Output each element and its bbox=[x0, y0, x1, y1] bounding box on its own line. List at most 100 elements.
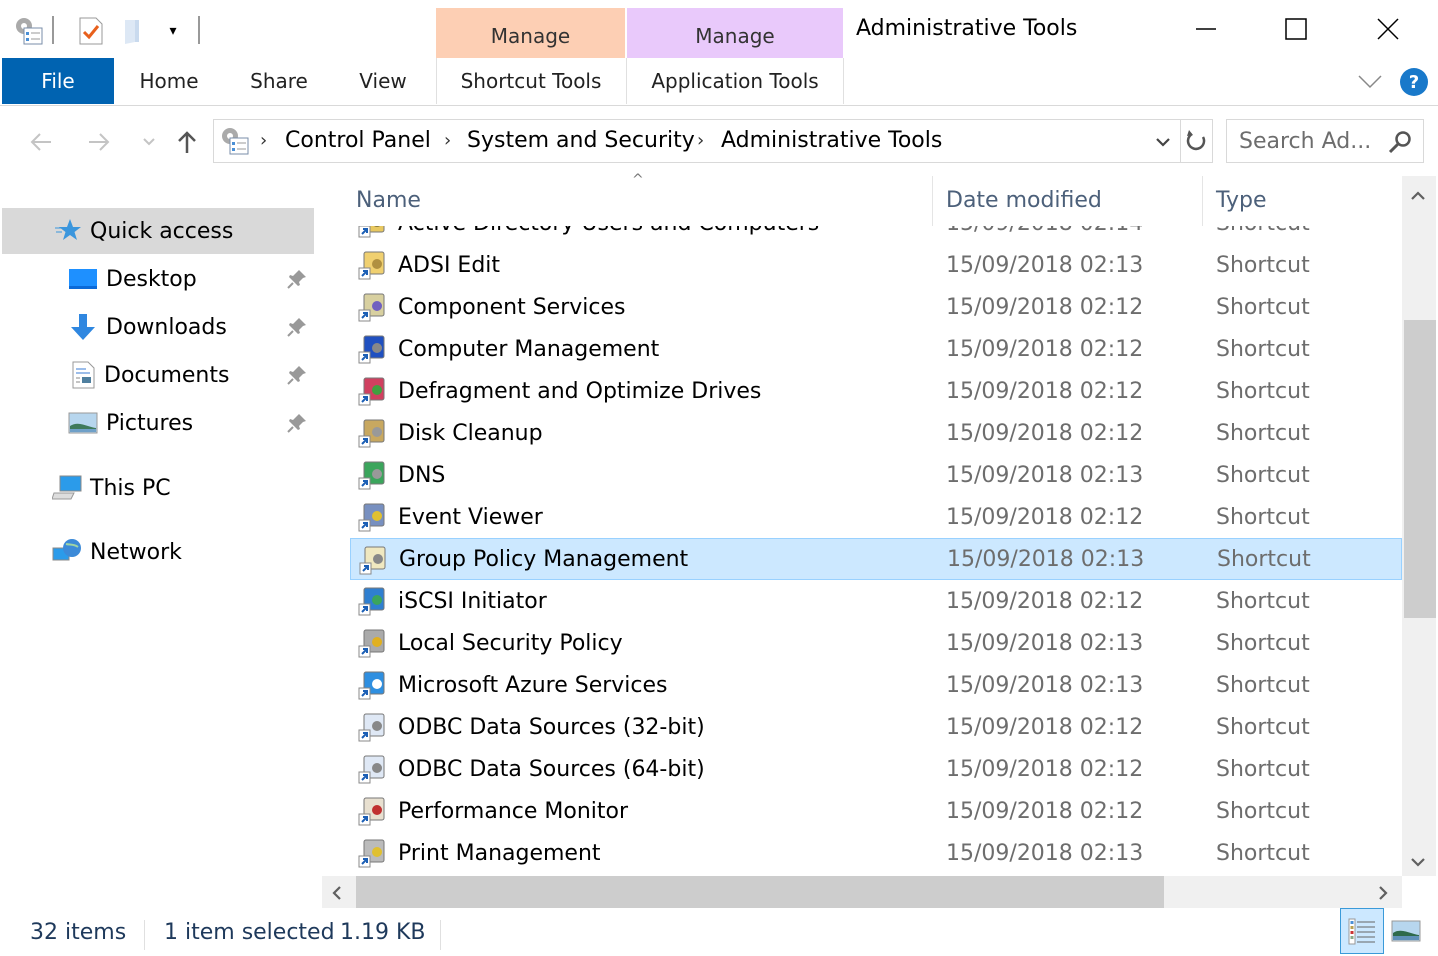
table-row[interactable]: Event Viewer 15/09/2018 02:12 Shortcut bbox=[350, 496, 1402, 538]
new-folder-icon[interactable] bbox=[116, 14, 150, 48]
file-name: Disk Cleanup bbox=[398, 420, 543, 446]
file-type: Shortcut bbox=[1216, 756, 1310, 782]
context-group-shortcut-manage: Manage bbox=[436, 8, 625, 58]
help-button[interactable]: ? bbox=[1400, 68, 1428, 96]
pin-icon[interactable] bbox=[286, 412, 308, 434]
table-row[interactable]: Group Policy Management 15/09/2018 02:13 S… bbox=[350, 538, 1402, 580]
chevron-down-icon bbox=[143, 138, 155, 146]
breadcrumb-control-panel[interactable]: Control Panel bbox=[285, 128, 431, 153]
event-viewer-icon bbox=[358, 503, 385, 532]
disk-cleanup-icon bbox=[358, 419, 385, 448]
column-header-date-modified[interactable]: Date modified bbox=[946, 188, 1102, 213]
table-row[interactable]: Print Management 15/09/2018 02:13 Shortcut bbox=[350, 832, 1402, 874]
properties-icon[interactable] bbox=[12, 14, 46, 48]
file-type: Shortcut bbox=[1216, 714, 1310, 740]
arrow-up-icon bbox=[178, 131, 196, 153]
sidebar-item-downloads[interactable]: Downloads bbox=[2, 304, 314, 350]
search-icon[interactable] bbox=[1387, 129, 1413, 155]
scroll-right-button[interactable] bbox=[1378, 885, 1388, 905]
up-button[interactable] bbox=[170, 124, 204, 160]
file-date-modified: 15/09/2018 02:12 bbox=[946, 588, 1144, 614]
table-row[interactable]: Computer Management 15/09/2018 02:12 Short… bbox=[350, 328, 1402, 370]
horizontal-scroll-thumb[interactable] bbox=[356, 876, 1164, 908]
sidebar-item-this-pc[interactable]: This PC bbox=[2, 465, 314, 511]
table-row[interactable]: ODBC Data Sources (32-bit) 15/09/2018 02:… bbox=[350, 706, 1402, 748]
address-bar[interactable]: › Control Panel › System and Security › … bbox=[213, 119, 1213, 163]
adsi-edit-icon bbox=[358, 251, 385, 280]
breadcrumb-system-and-security[interactable]: System and Security bbox=[467, 128, 695, 153]
column-resize-handle[interactable] bbox=[932, 176, 933, 226]
column-resize-handle[interactable] bbox=[1202, 176, 1203, 226]
sidebar-item-label: Desktop bbox=[106, 266, 197, 292]
active-directory-icon bbox=[358, 226, 385, 238]
large-icons-view-button[interactable] bbox=[1384, 908, 1428, 954]
arrow-right-icon bbox=[89, 133, 110, 151]
breadcrumb-separator[interactable]: › bbox=[444, 130, 451, 151]
scroll-up-button[interactable] bbox=[1410, 186, 1426, 205]
table-row[interactable]: Active Directory Users and Computers 15/0… bbox=[350, 226, 1402, 244]
minimize-button[interactable] bbox=[1176, 6, 1236, 52]
chevron-left-icon bbox=[332, 886, 341, 900]
tab-application-tools[interactable]: Application Tools bbox=[627, 58, 843, 104]
table-row[interactable]: iSCSI Initiator 15/09/2018 02:12 Shortcut bbox=[350, 580, 1402, 622]
file-date-modified: 15/09/2018 02:13 bbox=[947, 546, 1145, 572]
sidebar-item-desktop[interactable]: Desktop bbox=[2, 256, 314, 302]
column-header-type[interactable]: Type bbox=[1216, 188, 1267, 213]
chevron-up-icon bbox=[1411, 191, 1425, 200]
forward-button[interactable] bbox=[82, 124, 116, 160]
table-row[interactable]: Local Security Policy 15/09/2018 02:13 Sho… bbox=[350, 622, 1402, 664]
address-history-dropdown[interactable] bbox=[1152, 132, 1174, 152]
refresh-button[interactable] bbox=[1182, 124, 1212, 158]
back-button[interactable] bbox=[24, 124, 58, 160]
dropdown-glyph: ▾ bbox=[169, 23, 177, 39]
table-row[interactable]: Component Services 15/09/2018 02:12 Shortc… bbox=[350, 286, 1402, 328]
collapse-ribbon-button[interactable] bbox=[1356, 68, 1384, 96]
pin-icon[interactable] bbox=[286, 268, 308, 290]
computer-icon bbox=[52, 475, 82, 500]
component-services-icon bbox=[358, 293, 385, 322]
rows-viewport: Active Directory Users and Computers 15/0… bbox=[322, 226, 1402, 876]
table-row[interactable]: Performance Monitor 15/09/2018 02:12 Short… bbox=[350, 790, 1402, 832]
vertical-scroll-thumb[interactable] bbox=[1404, 320, 1436, 618]
sidebar-item-pictures[interactable]: Pictures bbox=[2, 400, 314, 446]
search-input[interactable]: Search Ad... bbox=[1239, 129, 1371, 154]
selection-size: 1.19 KB bbox=[340, 920, 426, 945]
checkmark-document-icon[interactable] bbox=[74, 14, 108, 48]
tab-file[interactable]: File bbox=[2, 58, 114, 104]
file-type: Shortcut bbox=[1216, 378, 1310, 404]
sidebar-item-quick-access[interactable]: Quick access bbox=[2, 208, 314, 254]
customize-dropdown-icon[interactable]: ▾ bbox=[156, 14, 190, 48]
search-box[interactable]: Search Ad... bbox=[1226, 119, 1424, 163]
scroll-down-button[interactable] bbox=[1410, 852, 1426, 871]
table-row[interactable]: Microsoft Azure Services 15/09/2018 02:13… bbox=[350, 664, 1402, 706]
details-view-button[interactable] bbox=[1340, 908, 1384, 954]
tab-share[interactable]: Share bbox=[232, 58, 326, 104]
column-header-name[interactable]: Name bbox=[356, 188, 421, 213]
divider bbox=[440, 920, 441, 950]
ribbon-tabs: File Home Share View Shortcut Tools Appl… bbox=[0, 58, 1438, 106]
tab-shortcut-tools[interactable]: Shortcut Tools bbox=[437, 58, 625, 104]
tab-view[interactable]: View bbox=[340, 58, 426, 104]
tab-home[interactable]: Home bbox=[122, 58, 216, 104]
desktop-icon bbox=[69, 269, 97, 289]
close-button[interactable] bbox=[1358, 6, 1418, 52]
breadcrumb-separator[interactable]: › bbox=[260, 130, 267, 151]
documents-icon bbox=[72, 361, 95, 389]
file-type: Shortcut bbox=[1216, 630, 1310, 656]
scroll-left-button[interactable] bbox=[332, 885, 342, 905]
table-row[interactable]: ODBC Data Sources (64-bit) 15/09/2018 02:… bbox=[350, 748, 1402, 790]
file-type: Shortcut bbox=[1216, 336, 1310, 362]
pin-icon[interactable] bbox=[286, 316, 308, 338]
table-row[interactable]: DNS 15/09/2018 02:13 Shortcut bbox=[350, 454, 1402, 496]
recent-locations-button[interactable] bbox=[132, 124, 166, 160]
maximize-button[interactable] bbox=[1266, 6, 1326, 52]
breadcrumb-separator[interactable]: › bbox=[697, 130, 704, 151]
table-row[interactable]: Disk Cleanup 15/09/2018 02:12 Shortcut bbox=[350, 412, 1402, 454]
table-row[interactable]: ADSI Edit 15/09/2018 02:13 Shortcut bbox=[350, 244, 1402, 286]
sidebar-item-network[interactable]: Network bbox=[2, 529, 314, 575]
sidebar-item-documents[interactable]: Documents bbox=[2, 352, 314, 398]
breadcrumb-administrative-tools[interactable]: Administrative Tools bbox=[721, 128, 942, 153]
table-row[interactable]: Defragment and Optimize Drives 15/09/2018… bbox=[350, 370, 1402, 412]
pin-icon[interactable] bbox=[286, 364, 308, 386]
file-name: iSCSI Initiator bbox=[398, 588, 547, 614]
